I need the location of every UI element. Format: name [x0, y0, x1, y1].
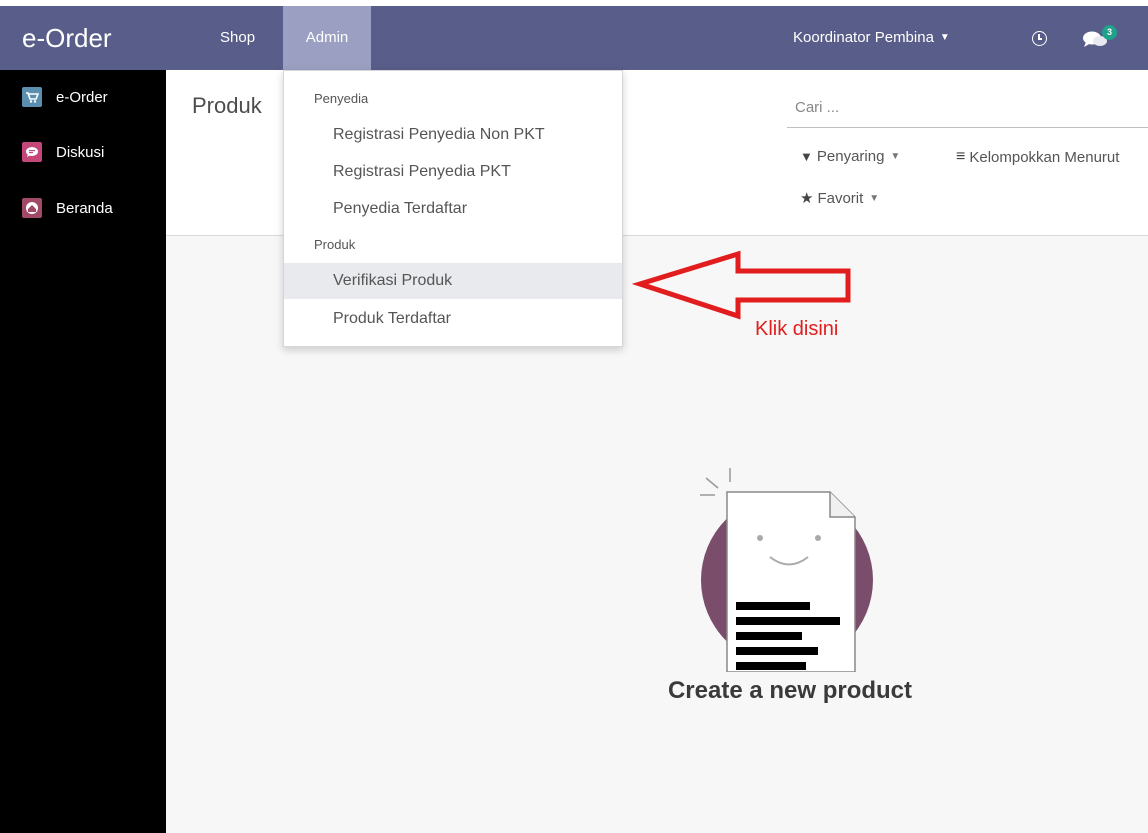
app-brand[interactable]: e-Order [22, 23, 112, 54]
chat-bubble-icon [22, 142, 42, 162]
sidebar-item-label: Diskusi [56, 143, 105, 161]
sidebar-item-label: Beranda [56, 199, 113, 217]
top-navbar: e-Order Shop Admin Koordinator Pembina ▼ … [0, 6, 1148, 70]
favorites-label: Favorit [817, 189, 864, 207]
home-icon [22, 198, 42, 218]
sidebar-item-e-order[interactable]: e-Order [22, 86, 108, 108]
annotation-text: Klik disini [755, 318, 839, 340]
menu-item-penyedia-terdaftar[interactable]: Penyedia Terdaftar [284, 191, 622, 227]
filter-label: Penyaring [816, 148, 885, 165]
star-icon: ★ [800, 190, 814, 207]
group-by-label: Kelompokkan Menurut [969, 148, 1120, 166]
sidebar-item-beranda[interactable]: Beranda [22, 197, 113, 219]
menu-item-produk-terdaftar[interactable]: Produk Terdaftar [284, 301, 622, 337]
annotation-arrow-icon [631, 250, 851, 320]
cart-icon [22, 87, 42, 107]
caret-down-icon: ▼ [869, 192, 880, 204]
empty-state-title: Create a new product [667, 677, 913, 704]
empty-document-illustration [700, 468, 873, 672]
nav-admin[interactable]: Admin [283, 6, 371, 70]
app-sidebar [0, 70, 166, 833]
menu-item-registrasi-penyedia-pkt[interactable]: Registrasi Penyedia PKT [284, 154, 622, 190]
group-by-button[interactable]: ≡ Kelompokkan Menurut [956, 148, 1119, 166]
caret-down-icon: ▼ [939, 32, 950, 44]
clock-icon[interactable] [1032, 31, 1047, 46]
breadcrumb: Produk [192, 93, 262, 118]
nav-shop[interactable]: Shop [206, 6, 269, 70]
admin-dropdown-menu: Penyedia Registrasi Penyedia Non PKT Reg… [283, 70, 623, 347]
menu-item-registrasi-penyedia-non-pkt[interactable]: Registrasi Penyedia Non PKT [284, 117, 622, 153]
caret-down-icon: ▼ [890, 151, 901, 162]
sidebar-item-label: e-Order [56, 88, 108, 106]
search-input[interactable] [787, 88, 1148, 128]
filter-icon: ▼ [800, 149, 813, 164]
list-icon: ≡ [956, 148, 966, 165]
menu-item-verifikasi-produk[interactable]: Verifikasi Produk [284, 263, 622, 299]
dropdown-header-penyedia: Penyedia [314, 91, 369, 106]
message-count-badge: 3 [1102, 25, 1117, 40]
user-menu[interactable]: Koordinator Pembina ▼ [793, 6, 950, 70]
sidebar-item-diskusi[interactable]: Diskusi [22, 141, 104, 163]
filter-button[interactable]: ▼ Penyaring ▼ [800, 148, 900, 165]
dropdown-header-produk: Produk [314, 237, 356, 252]
favorites-button[interactable]: ★ Favorit ▼ [800, 189, 880, 208]
user-name: Koordinator Pembina [793, 29, 934, 46]
